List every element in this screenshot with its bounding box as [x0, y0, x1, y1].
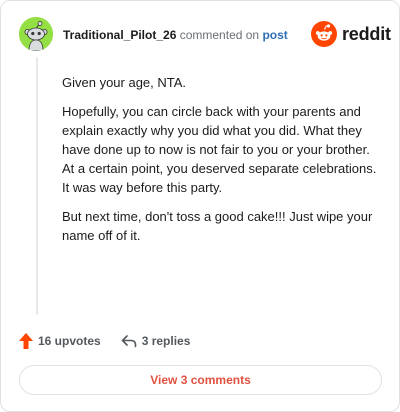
reply-arrow-icon [121, 335, 137, 348]
post-link[interactable]: post [262, 28, 287, 42]
upvote-button[interactable]: 16 upvotes [19, 333, 101, 349]
reddit-brand[interactable]: reddit [311, 21, 391, 47]
comment-paragraph: Hopefully, you can circle back with your… [62, 104, 377, 195]
comment-card: Traditional_Pilot_26 commented on post r… [0, 0, 400, 412]
snoo-avatar-icon [19, 17, 53, 51]
comment-actions: 16 upvotes 3 replies [19, 331, 190, 351]
commented-on-text: commented on [179, 28, 260, 42]
brand-wordmark: reddit [342, 23, 391, 44]
comment-body: Given your age, NTA. Hopefully, you can … [62, 73, 382, 255]
user-avatar[interactable] [19, 17, 53, 51]
replies-button[interactable]: 3 replies [121, 334, 191, 348]
thread-line[interactable] [36, 57, 38, 315]
upvote-arrow-icon [19, 333, 33, 349]
reddit-logo-icon [311, 21, 337, 47]
comment-paragraph: Given your age, NTA. [62, 75, 187, 90]
upvotes-count: 16 upvotes [38, 334, 101, 348]
view-comments-button[interactable]: View 3 comments [19, 365, 382, 395]
comment-paragraph: But next time, don't toss a good cake!!!… [62, 209, 373, 243]
replies-count: 3 replies [141, 334, 191, 348]
username-link[interactable]: Traditional_Pilot_26 [63, 28, 176, 42]
comment-header: Traditional_Pilot_26 commented on post [63, 27, 288, 43]
